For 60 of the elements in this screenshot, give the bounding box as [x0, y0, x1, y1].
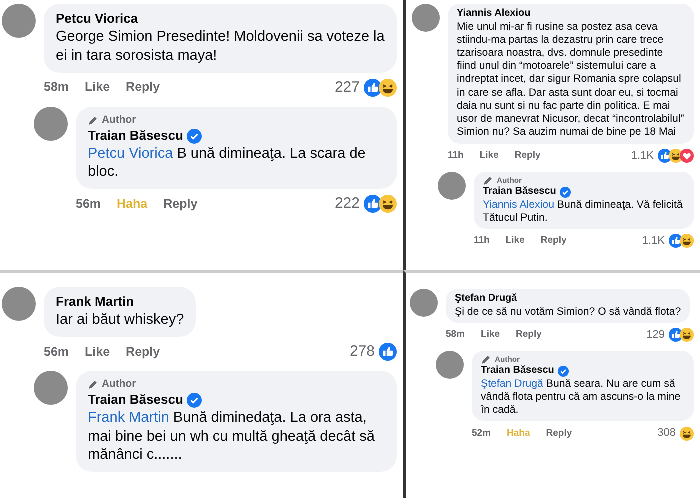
- reaction-link[interactable]: Reply: [126, 78, 160, 98]
- commenter-name[interactable]: Petcu Viorica: [56, 11, 385, 28]
- avatar-placeholder: [412, 4, 440, 32]
- commenter-name[interactable]: Yiannis Alexiou: [457, 8, 685, 20]
- commenter-name[interactable]: Frank Martin: [56, 294, 184, 311]
- avatar-placeholder: [34, 107, 68, 142]
- mention-link[interactable]: Petcu Viorica: [88, 146, 174, 162]
- reaction-count: 222: [334, 194, 360, 214]
- comment-time: 56m: [76, 196, 102, 214]
- commenter-name[interactable]: Ştefan Drugă: [455, 293, 682, 306]
- comment-time: 11h: [474, 234, 490, 248]
- reaction-link[interactable]: Reply: [164, 195, 198, 214]
- pen-icon: [88, 380, 98, 390]
- reaction-link[interactable]: Like: [85, 342, 110, 362]
- commenter-name[interactable]: Traian Băsescu: [88, 392, 184, 409]
- reaction-link[interactable]: Like: [506, 234, 525, 248]
- pen-icon: [88, 116, 98, 126]
- reply-text: Yiannis Alexiou Bună dimineaţa. Vă felicită Tătucul Putin.: [483, 198, 684, 226]
- reaction-link[interactable]: Reply: [126, 342, 160, 362]
- comment-text: Mie unul mi-ar fi rusine sa postez asa ceva stiindu-ma partas la dezastru prin care trece tzarisoara noastra, dvs. domnule presedinte fiind unul din “motoarele” sistemului care a indreptat incet, dar sigur Romania spre colapsul in care se afla. Dar asta sunt doar eu, si tocmai daia nu sunt si nu fac parte din politica. E mai usor de manevrat Nicusor, decat “incontrolabilul” Simion nu? Sa auzim numai de bine pe 18 Mai: [457, 20, 685, 140]
- commenter-name[interactable]: Traian Băsescu: [88, 128, 184, 145]
- commenter-name[interactable]: Traian Băsescu: [483, 186, 556, 199]
- reply-text: Ştefan Drugă Bună seara. Nu are cum să vândă flota pentru că am ascuns-o la mine în cadă.: [481, 378, 682, 418]
- avatar-placeholder: [2, 4, 36, 38]
- author-label: Author: [102, 378, 136, 392]
- reaction-link[interactable]: Like: [481, 328, 500, 342]
- reaction-link[interactable]: Reply: [514, 148, 541, 163]
- avatar-placeholder: [410, 289, 438, 317]
- comment-time: 58m: [44, 79, 70, 96]
- mention-link[interactable]: Ştefan Drugă: [481, 378, 544, 390]
- pen-icon: [483, 176, 493, 186]
- reaction-link[interactable]: Like: [85, 78, 110, 98]
- pen-icon: [481, 355, 491, 366]
- comment-text: George Simion Presedinte! Moldovenii sa voteze la ei in tara sorosista maya!: [56, 28, 385, 66]
- reply-text: Petcu Viorica B ună dimineaţa. La scara de bloc.: [88, 144, 367, 182]
- reaction-count: 278: [350, 342, 375, 362]
- mention-link[interactable]: Frank Martin: [88, 410, 170, 426]
- reaction-count: 129: [646, 328, 665, 343]
- comment-time: 56m: [44, 344, 70, 361]
- comment-time: 58m: [446, 328, 466, 342]
- avatar-placeholder: [438, 172, 466, 200]
- commenter-name[interactable]: Traian Băsescu: [481, 365, 554, 378]
- author-label: Author: [102, 114, 136, 128]
- reaction-link[interactable]: Like: [480, 148, 499, 163]
- reaction-link[interactable]: Reply: [540, 234, 567, 248]
- reaction-link[interactable]: Reply: [516, 328, 542, 342]
- reaction-count: 1.1K: [642, 234, 665, 250]
- reaction-link[interactable]: Reply: [546, 426, 572, 441]
- avatar-placeholder: [2, 287, 36, 321]
- reply-text: Frank Martin Bună diminedaţa. La ora asta, mai bine bei un wh cu multă gheaţă decât să mănânci c.......: [88, 408, 376, 466]
- comment-text: Iar ai băut whiskey?: [56, 310, 184, 330]
- avatar-placeholder: [436, 351, 464, 380]
- reaction-count: 227: [334, 78, 360, 98]
- reaction-count: 1.1K: [631, 148, 654, 164]
- comment-time: 11h: [448, 148, 464, 163]
- avatar-placeholder: [34, 371, 68, 406]
- comment-text: Şi de ce să nu votăm Simion? O să vândă flota?: [455, 306, 682, 319]
- mention-link[interactable]: Yiannis Alexiou: [483, 198, 554, 211]
- comment-time: 52m: [472, 426, 492, 441]
- reaction-count: 308: [658, 426, 676, 442]
